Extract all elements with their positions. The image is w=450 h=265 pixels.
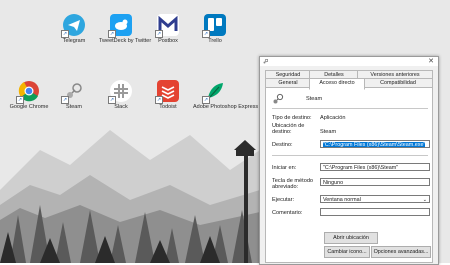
chevron-down-icon: ⌄	[422, 197, 427, 203]
desktop-icon-label: TweetDeck by Twitter	[99, 38, 152, 44]
desktop-icon-postbox[interactable]: ↗ Postbox	[146, 14, 190, 44]
desktop-icon-label: Steam	[66, 104, 82, 110]
shortcut-arrow-icon: ↗	[108, 96, 116, 104]
divider	[272, 155, 428, 156]
tipo-label: Tipo de destino:	[272, 115, 312, 121]
desktop-icon-label: Google Chrome	[9, 104, 49, 110]
shortcut-arrow-icon: ↗	[202, 96, 210, 104]
steam-small-icon	[263, 59, 268, 64]
desktop-icon-slack[interactable]: ↗ Slack	[99, 80, 143, 110]
ubicacion-value: Steam	[320, 129, 337, 135]
desktop-icon-label: Todoist	[159, 104, 177, 110]
desktop-icon-todoist[interactable]: ↗ Todoist	[146, 80, 190, 110]
desktop-icon-telegram[interactable]: ↗ Telegram	[52, 14, 96, 44]
desktop-icon-label: Postbox	[158, 38, 178, 44]
desktop-icon-steam[interactable]: ↗ Steam	[52, 80, 96, 110]
comentario-input[interactable]	[320, 208, 430, 216]
steam-app-icon	[273, 93, 284, 104]
opciones-avanzadas-button[interactable]: Opciones avanzadas...	[371, 246, 431, 258]
shortcut-arrow-icon: ↗	[155, 96, 163, 104]
telegram-icon: ↗	[61, 14, 85, 38]
shortcut-arrow-icon: ↗	[16, 96, 24, 104]
photoshop-express-icon: ↗	[202, 80, 226, 104]
shortcut-tab-panel: Steam Tipo de destino: Aplicación Ubicac…	[265, 87, 433, 263]
todoist-icon: ↗	[155, 80, 179, 104]
dialog-titlebar: ✕	[260, 57, 438, 66]
desktop-icon-google-chrome[interactable]: ↗ Google Chrome	[7, 80, 51, 110]
shortcut-arrow-icon: ↗	[61, 96, 69, 104]
iniciar-label: Iniciar en:	[272, 165, 297, 171]
ubicacion-label: Ubicación de destino:	[272, 123, 305, 135]
ejecutar-value: Ventana normal	[323, 197, 361, 203]
desktop-icon-label: Slack	[114, 104, 128, 110]
desktop-icon-label: Telegram	[62, 38, 86, 44]
shortcut-arrow-icon: ↗	[108, 30, 116, 38]
shortcut-arrow-icon: ↗	[61, 30, 69, 38]
app-name: Steam	[306, 96, 323, 102]
properties-dialog: ✕ Seguridad Detalles Versiones anteriore…	[259, 56, 439, 265]
steam-icon: ↗	[61, 80, 85, 104]
tipo-value: Aplicación	[320, 115, 346, 121]
abrir-ubicacion-button[interactable]: Abrir ubicación	[324, 232, 378, 244]
tweetdeck-icon: ↗	[108, 14, 132, 38]
desktop-icon-tweetdeck[interactable]: ↗ TweetDeck by Twitter	[99, 14, 152, 44]
destino-label: Destino:	[272, 142, 293, 148]
slack-icon: ↗	[108, 80, 132, 104]
tecla-input[interactable]: Ninguno	[320, 178, 430, 186]
cambiar-icono-button[interactable]: Cambiar icono...	[324, 246, 370, 258]
destino-value: "C:\Program Files (x86)\Steam\Steam.exe"	[323, 142, 426, 148]
ejecutar-label: Ejecutar:	[272, 197, 295, 203]
comentario-label: Comentario:	[272, 210, 303, 216]
iniciar-input[interactable]: "C:\Program Files (x86)\Steam"	[320, 163, 430, 171]
desktop-icon-photoshop-express[interactable]: ↗ Adobe Photoshop Express	[193, 80, 259, 110]
shortcut-arrow-icon: ↗	[155, 30, 163, 38]
chrome-icon: ↗	[16, 80, 40, 104]
ejecutar-select[interactable]: Ventana normal ⌄	[320, 195, 430, 203]
desktop-icon-trello[interactable]: ↗ Trello	[193, 14, 237, 44]
tab-acceso-directo[interactable]: Acceso directo	[309, 78, 365, 90]
desktop-icon-label: Trello	[208, 38, 222, 44]
divider	[272, 108, 428, 109]
desktop-icon-label: Adobe Photoshop Express	[193, 104, 259, 110]
shortcut-arrow-icon: ↗	[202, 30, 210, 38]
destino-input[interactable]: "C:\Program Files (x86)\Steam\Steam.exe"	[320, 140, 430, 148]
postbox-icon: ↗	[155, 14, 179, 38]
trello-icon: ↗	[202, 14, 226, 38]
close-icon[interactable]: ✕	[428, 57, 434, 66]
tecla-label: Tecla de método abreviado:	[272, 178, 314, 190]
